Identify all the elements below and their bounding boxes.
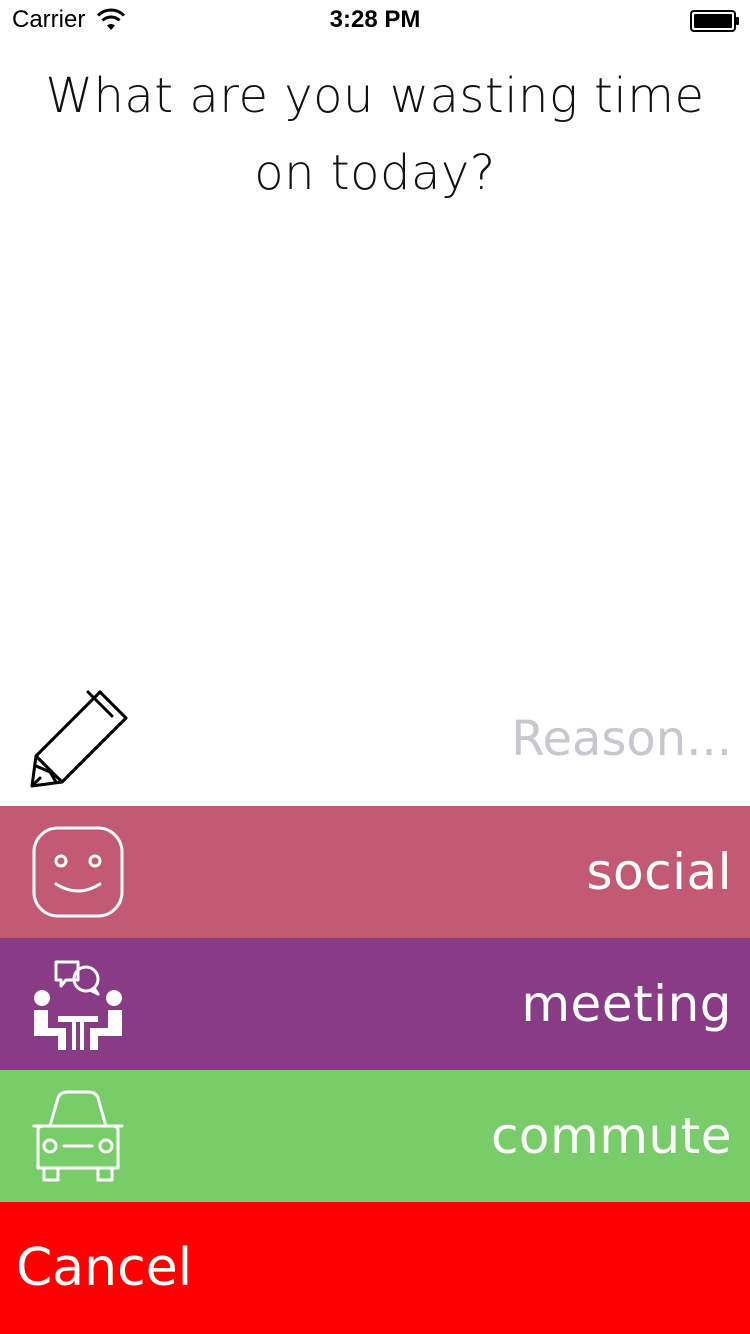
question-title: What are you wasting time on today?	[0, 58, 750, 212]
cancel-label: Cancel	[16, 1238, 193, 1298]
cancel-button[interactable]: Cancel	[0, 1202, 750, 1334]
reason-input[interactable]	[312, 702, 732, 776]
status-time: 3:28 PM	[329, 6, 421, 33]
category-label-social: social	[586, 843, 732, 901]
screen: Carrier 3:28 PM What are you wasting tim…	[0, 0, 750, 1334]
reason-row	[0, 672, 750, 806]
category-social-button[interactable]: social	[0, 806, 750, 938]
battery-icon	[690, 10, 739, 32]
meeting-icon	[34, 960, 122, 1050]
category-meeting-button[interactable]: meeting	[0, 938, 750, 1070]
smiley-icon	[32, 826, 124, 918]
question-line-1: What are you wasting time	[45, 68, 705, 124]
category-label-meeting: meeting	[521, 975, 732, 1033]
category-label-commute: commute	[490, 1107, 732, 1165]
car-icon	[32, 1090, 124, 1182]
category-commute-button[interactable]: commute	[0, 1070, 750, 1202]
question-line-2: on today?	[254, 145, 496, 201]
status-bar: Carrier 3:28 PM	[0, 0, 750, 40]
pencil-icon	[30, 690, 128, 788]
